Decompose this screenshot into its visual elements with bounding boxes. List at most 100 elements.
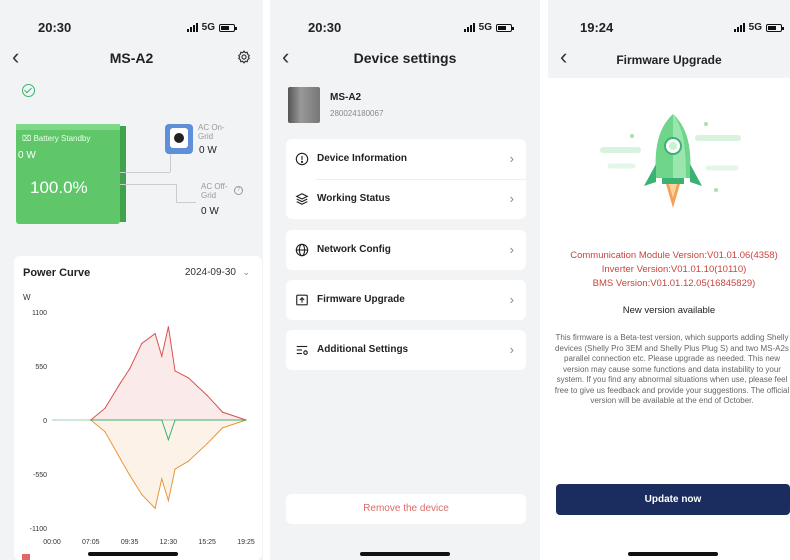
online-status-icon: [22, 84, 35, 97]
menu-item-firmware-upgrade[interactable]: Firmware Upgrade ›: [286, 280, 526, 320]
rocket-icon: [600, 114, 741, 208]
battery-status-icon: [766, 23, 784, 32]
data-point: [141, 342, 143, 345]
y-tick-label: 0: [43, 418, 47, 425]
bms-version: BMS Version:V01.01.12.05(16845829): [592, 278, 756, 289]
data-point: [141, 419, 143, 421]
y-axis-unit: W: [23, 293, 31, 302]
data-point: [221, 427, 224, 429]
menu-item-working-status[interactable]: Working Status ›: [286, 179, 526, 219]
device-name: MS-A2: [330, 92, 362, 103]
data-point: [245, 419, 247, 421]
battery-status-icon: [219, 23, 237, 32]
chevron-right-icon: ›: [509, 151, 514, 166]
data-point: [129, 474, 131, 476]
date-selector[interactable]: 2024-09-30: [185, 267, 236, 278]
data-point: [119, 382, 122, 384]
x-tick-label: 12:30: [160, 539, 178, 546]
nav-bar: ‹ Firmware Upgrade: [548, 44, 790, 74]
status-time: 19:24: [580, 20, 614, 35]
page-title: MS-A2: [109, 50, 154, 66]
data-point: [154, 507, 156, 509]
data-point: [221, 411, 224, 413]
flow-line: [170, 154, 171, 172]
comm-module-version: Communication Module Version:V01.01.06(4…: [570, 250, 778, 261]
data-point: [104, 419, 106, 421]
gear-icon[interactable]: [237, 50, 251, 64]
device-image: [288, 87, 320, 123]
chevron-right-icon: ›: [509, 242, 514, 257]
off-grid-power: 0 W: [201, 206, 219, 217]
data-point: [206, 442, 208, 445]
data-point: [141, 494, 143, 496]
data-point: [119, 419, 122, 421]
info-icon[interactable]: ?: [234, 186, 243, 195]
battery-state: ⌧ Battery Standby: [22, 134, 91, 143]
signal-icon: [186, 23, 198, 32]
signal-icon: [733, 23, 745, 32]
data-point: [174, 419, 176, 421]
upload-icon: [296, 294, 308, 306]
menu-item-device-information[interactable]: Device Information ›: [286, 139, 526, 179]
y-tick-label: -550: [33, 472, 47, 479]
page-title: Device settings: [353, 50, 457, 66]
data-point: [206, 419, 208, 421]
nav-bar: ‹ Device settings: [270, 44, 540, 74]
x-tick-label: 15:25: [198, 539, 216, 546]
home-indicator: [88, 552, 178, 556]
remove-device-button[interactable]: Remove the device: [286, 494, 526, 524]
data-point: [187, 377, 189, 379]
legend-swatch: [22, 554, 30, 560]
data-point: [154, 333, 156, 335]
data-point: [174, 370, 176, 372]
data-point: [221, 419, 224, 421]
series-area: [90, 326, 246, 420]
new-version-label: New version available: [622, 305, 716, 316]
data-point: [104, 407, 106, 409]
battery-soc: 100.0%: [30, 178, 88, 197]
globe-icon: [295, 243, 309, 257]
menu-item-network-config[interactable]: Network Config ›: [286, 230, 526, 270]
data-point: [167, 439, 169, 441]
x-tick-label: 19:25: [237, 539, 255, 546]
home-indicator: [360, 552, 450, 556]
flow-line: [176, 184, 177, 202]
data-point: [154, 419, 156, 421]
firmware-description: This firmware is a Beta-test version, wh…: [554, 333, 790, 405]
page-title: Firmware Upgrade: [616, 53, 722, 67]
flow-line: [120, 172, 170, 173]
network-type: 5G: [478, 22, 492, 33]
series-area: [90, 420, 246, 509]
x-tick-label: 07:05: [82, 539, 100, 546]
y-tick-label: 1100: [32, 310, 47, 317]
off-grid-label: AC Off- Grid: [201, 182, 228, 200]
version-list: Communication Module Version:V01.01.06(4…: [556, 249, 790, 291]
data-point: [161, 355, 163, 357]
data-point: [187, 419, 189, 421]
network-type: 5G: [201, 22, 215, 33]
device-serial: 280024180067: [330, 109, 384, 118]
chevron-right-icon: ›: [509, 191, 514, 206]
power-curve-chart: W 1100 550 0 -550 -1100 00:00 07:05 09:35 12:30 15…: [23, 293, 255, 546]
y-tick-label: -1100: [30, 526, 47, 533]
x-tick-label: 00:00: [43, 539, 61, 546]
menu-group: Additional Settings ›: [286, 330, 526, 370]
status-bar: 20:30 5G: [0, 0, 263, 40]
data-point: [119, 458, 122, 460]
data-point: [174, 468, 176, 470]
data-point: [129, 368, 131, 370]
flow-line: [120, 184, 176, 185]
battery-card[interactable]: ⌧ Battery Standby 0 W 100.0%: [16, 124, 126, 224]
nav-bar: ‹ MS-A2: [0, 44, 263, 74]
chevron-down-icon[interactable]: ⌄: [242, 267, 250, 278]
menu-group: Firmware Upgrade ›: [286, 280, 526, 320]
data-point: [129, 419, 131, 421]
chevron-right-icon: ›: [509, 292, 514, 307]
data-point: [90, 419, 92, 421]
menu-item-additional-settings[interactable]: Additional Settings ›: [286, 330, 526, 370]
update-now-button[interactable]: Update now: [556, 484, 790, 515]
on-grid-label: AC On- Grid: [198, 123, 225, 141]
power-curve-card: Power Curve 2024-09-30 ⌄ W 1100 550 0 -550 -1…: [14, 256, 262, 560]
status-bar: 19:24 5G: [548, 0, 790, 40]
info-icon: [295, 152, 309, 166]
